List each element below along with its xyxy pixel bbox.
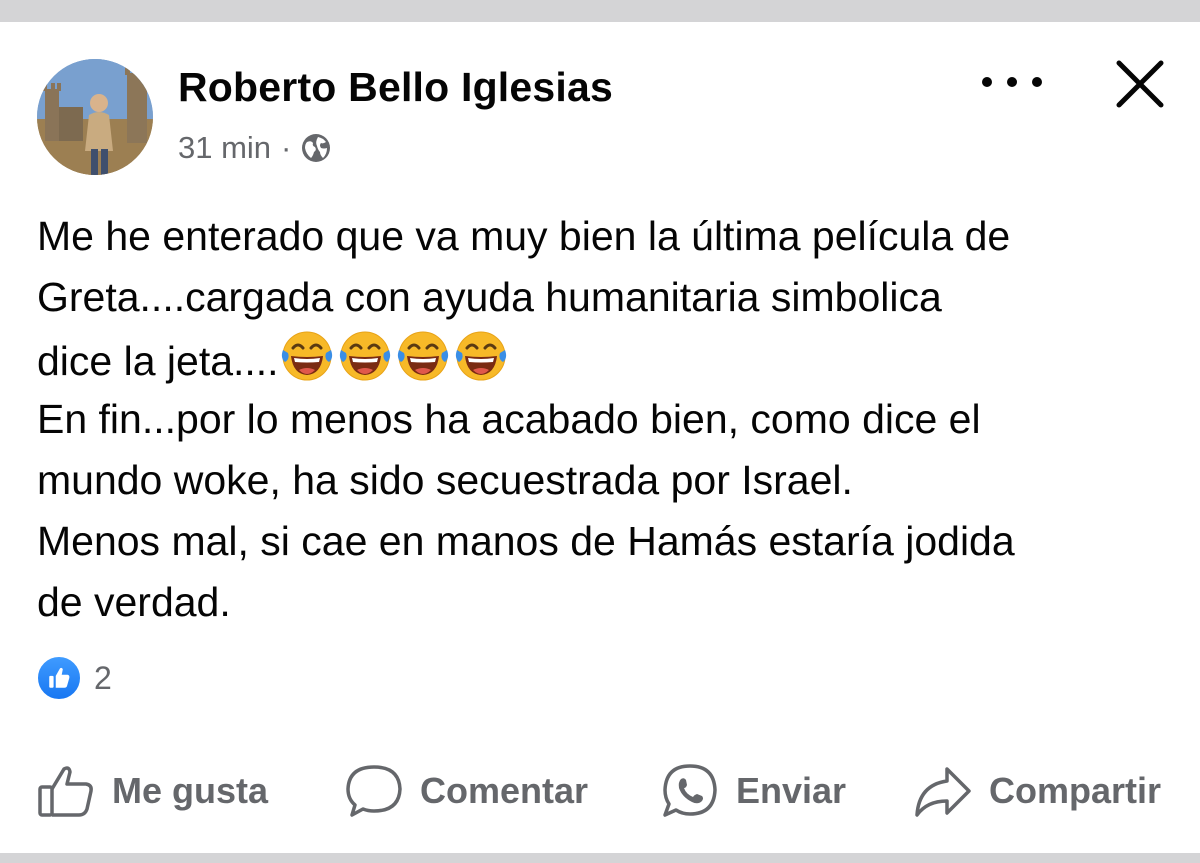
author-name[interactable]: Roberto Bello Iglesias [178, 64, 613, 111]
reaction-count: 2 [94, 659, 112, 696]
send-button[interactable]: Enviar [660, 755, 846, 827]
post-body: Me he enterado que va muy bien la última… [37, 206, 1177, 633]
comment-button[interactable]: Comentar [344, 755, 588, 827]
post-text-line: de verdad. [37, 579, 231, 625]
post-meta: 31 min · [178, 130, 331, 166]
post-text-line-with-emojis: dice la jeta.... [37, 328, 1177, 389]
avatar-photo [37, 59, 153, 175]
comment-button-label: Comentar [420, 770, 589, 811]
post-text-line: dice la jeta.... [37, 338, 279, 384]
emoji-group [279, 328, 511, 384]
top-divider [0, 0, 1200, 22]
tears-of-joy-emoji [397, 331, 448, 381]
post-timestamp[interactable]: 31 min [178, 130, 271, 166]
share-button-label: Compartir [989, 770, 1162, 811]
post-text-line: Me he enterado que va muy bien la última… [37, 213, 1011, 259]
post-text-line: mundo woke, ha sido secuestrada por Isra… [37, 457, 853, 503]
like-button[interactable]: Me gusta [36, 755, 268, 827]
post-text-line: Greta....cargada con ayuda humanitaria s… [37, 274, 942, 320]
meta-separator: · [281, 130, 292, 165]
post-text-line: Menos mal, si cae en manos de Hamás esta… [37, 518, 1015, 564]
post-actions-bar: Me gusta Comentar Enviar Compartir [0, 755, 1200, 827]
tears-of-joy-emoji [455, 331, 506, 381]
more-options-icon[interactable] [982, 70, 1042, 94]
like-reaction-icon [36, 655, 82, 701]
more-dot [982, 77, 992, 87]
more-dot [1007, 77, 1017, 87]
globe-icon[interactable] [301, 133, 331, 163]
like-icon [49, 667, 70, 688]
share-button[interactable]: Compartir [913, 755, 1161, 827]
like-button-label: Me gusta [112, 770, 269, 811]
tears-of-joy-emoji [281, 331, 332, 381]
post-text-line: En fin...por lo menos ha acabado bien, c… [37, 396, 981, 442]
close-icon[interactable] [1113, 57, 1167, 111]
more-dot [1032, 77, 1042, 87]
reactions-summary[interactable]: 2 [36, 655, 112, 701]
whatsapp-icon [663, 764, 717, 817]
thumbs-up-icon [38, 766, 93, 817]
send-button-label: Enviar [736, 770, 847, 811]
share-icon [915, 767, 971, 817]
bottom-divider [0, 853, 1200, 863]
tears-of-joy-emoji [339, 331, 390, 381]
author-avatar[interactable] [37, 59, 153, 175]
comment-icon [346, 765, 402, 817]
